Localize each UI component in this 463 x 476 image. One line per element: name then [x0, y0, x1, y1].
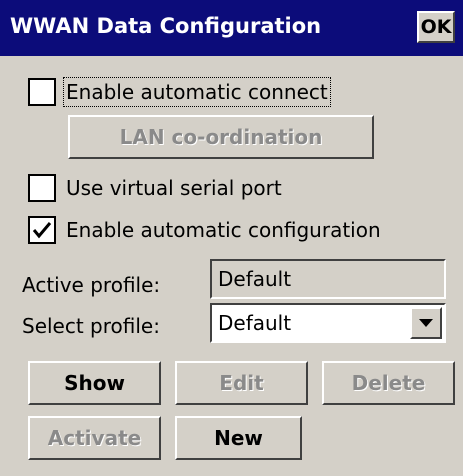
checkmark-icon: [32, 222, 52, 239]
lan-coordination-button[interactable]: LAN co-ordination: [68, 115, 374, 159]
auto-connect-checkbox[interactable]: [28, 78, 56, 106]
show-button[interactable]: Show: [28, 361, 161, 405]
delete-button[interactable]: Delete: [322, 361, 455, 405]
select-profile-value: Default: [218, 311, 292, 335]
active-profile-field: Default: [210, 259, 446, 299]
active-profile-label: Active profile:: [22, 273, 161, 297]
title-bar: WWAN Data Configuration OK: [0, 0, 463, 56]
ok-button[interactable]: OK: [417, 11, 455, 43]
edit-button[interactable]: Edit: [175, 361, 308, 405]
chevron-down-icon: [419, 319, 433, 327]
auto-config-checkbox[interactable]: [28, 216, 56, 244]
virtual-serial-checkbox[interactable]: [28, 174, 56, 202]
auto-config-option[interactable]: Enable automatic configuration: [28, 216, 381, 244]
auto-config-label: Enable automatic configuration: [66, 218, 381, 242]
virtual-serial-option[interactable]: Use virtual serial port: [28, 174, 282, 202]
wwan-config-window: WWAN Data Configuration OK Enable automa…: [0, 0, 463, 476]
auto-connect-label: Enable automatic connect: [63, 77, 331, 107]
dialog-body: Enable automatic connect LAN co-ordinati…: [0, 56, 463, 476]
select-profile-dropdown[interactable]: Default: [210, 303, 446, 343]
select-profile-label: Select profile:: [22, 314, 160, 338]
virtual-serial-label: Use virtual serial port: [66, 176, 282, 200]
window-title: WWAN Data Configuration: [10, 14, 322, 38]
dropdown-arrow-button[interactable]: [410, 307, 442, 339]
activate-button[interactable]: Activate: [28, 416, 161, 460]
auto-connect-option[interactable]: Enable automatic connect: [28, 77, 331, 107]
new-button[interactable]: New: [175, 416, 302, 460]
